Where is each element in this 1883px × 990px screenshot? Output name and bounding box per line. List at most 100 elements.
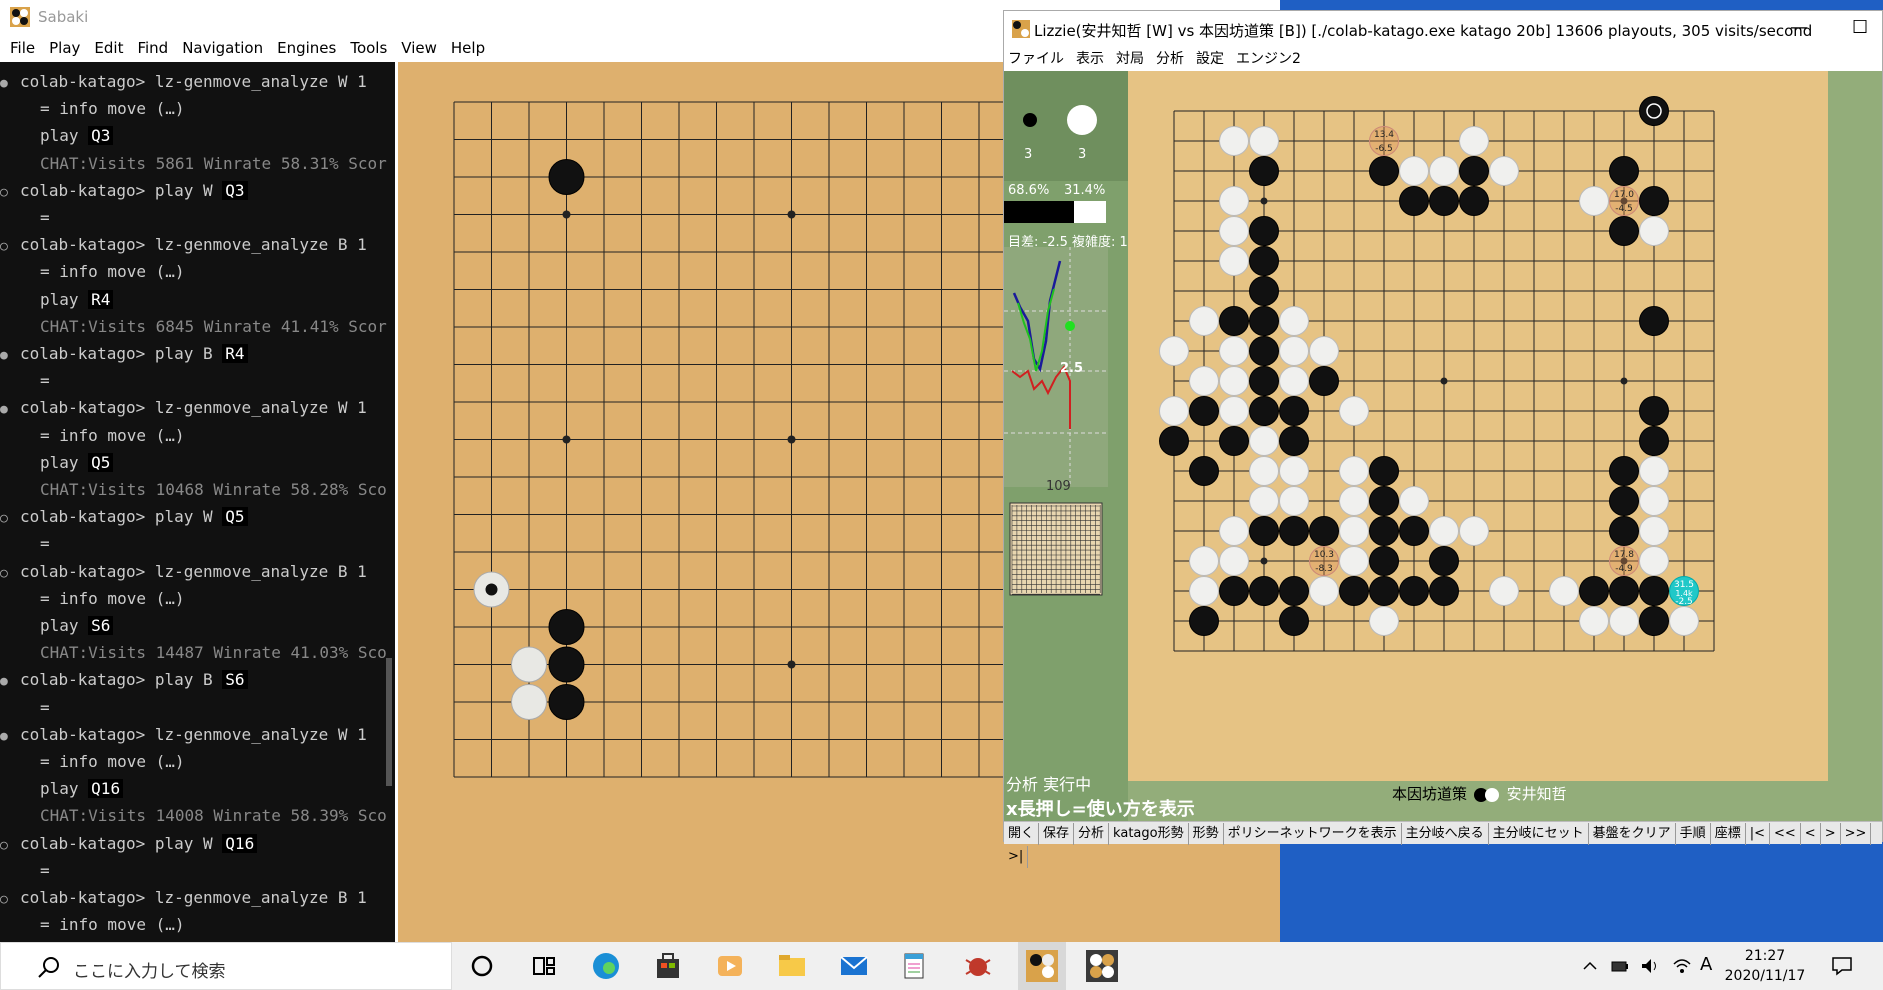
white-stone[interactable] (1279, 306, 1309, 336)
battery-icon[interactable] (1610, 956, 1630, 976)
black-stone[interactable] (1189, 396, 1219, 426)
white-stone[interactable] (1339, 486, 1369, 516)
toolbar-button[interactable]: 分析 (1074, 823, 1110, 845)
black-stone[interactable] (1369, 546, 1399, 576)
white-stone[interactable] (1579, 186, 1609, 216)
menu-play[interactable]: Play (42, 34, 87, 62)
file-explorer-icon[interactable] (776, 950, 808, 982)
black-stone[interactable] (1189, 456, 1219, 486)
white-stone[interactable] (1399, 486, 1429, 516)
white-stone[interactable] (1219, 336, 1249, 366)
toolbar-button[interactable]: 主分岐へ戻る (1402, 823, 1489, 845)
volume-icon[interactable] (1640, 956, 1660, 976)
toolbar-button[interactable]: 主分岐にセット (1489, 823, 1589, 845)
black-stone[interactable] (548, 159, 585, 195)
black-stone[interactable] (1309, 516, 1339, 546)
toolbar-button[interactable]: >| (1004, 846, 1029, 868)
white-stone[interactable] (1309, 576, 1339, 606)
cortana-icon[interactable] (466, 950, 498, 982)
white-stone[interactable] (511, 684, 547, 720)
black-stone[interactable] (1279, 396, 1309, 426)
black-stone[interactable] (1279, 576, 1309, 606)
black-stone[interactable] (1639, 606, 1669, 636)
black-stone[interactable] (1249, 216, 1279, 246)
black-stone[interactable] (1429, 546, 1459, 576)
black-stone[interactable] (1219, 576, 1249, 606)
wifi-icon[interactable] (1672, 956, 1692, 976)
white-stone[interactable] (1249, 456, 1279, 486)
bug-app-icon[interactable] (962, 950, 994, 982)
black-stone[interactable] (1309, 366, 1339, 396)
menu-view[interactable]: View (394, 34, 444, 62)
black-stone[interactable] (1249, 576, 1279, 606)
toolbar-button[interactable]: 手順 (1676, 823, 1711, 845)
black-stone[interactable] (1399, 516, 1429, 546)
menu-navigation[interactable]: Navigation (175, 34, 270, 62)
task-view-icon[interactable] (528, 950, 560, 982)
lizzie-menu-item[interactable]: 対局 (1110, 47, 1150, 71)
black-stone[interactable] (1249, 306, 1279, 336)
white-stone[interactable] (1339, 396, 1369, 426)
white-stone[interactable] (1279, 486, 1309, 516)
lizzie-menu-item[interactable]: 分析 (1150, 47, 1190, 71)
black-stone[interactable] (1579, 576, 1609, 606)
black-stone[interactable] (1459, 186, 1489, 216)
lizzie-menu-item[interactable]: ファイル (1004, 47, 1070, 71)
black-stone[interactable] (1639, 306, 1669, 336)
white-stone[interactable] (1639, 216, 1669, 246)
black-stone[interactable] (1219, 426, 1249, 456)
white-stone[interactable] (1429, 516, 1459, 546)
black-stone[interactable] (548, 609, 585, 645)
white-stone[interactable] (1339, 516, 1369, 546)
black-stone[interactable] (1609, 156, 1639, 186)
black-stone[interactable] (1279, 606, 1309, 636)
black-stone[interactable] (1369, 516, 1399, 546)
lizzie-taskbar-icon[interactable] (1026, 950, 1058, 982)
black-stone[interactable] (1609, 456, 1639, 486)
black-stone[interactable] (1369, 576, 1399, 606)
notifications-icon[interactable] (1830, 954, 1854, 978)
white-stone[interactable] (1369, 606, 1399, 636)
toolbar-button[interactable]: ポリシーネットワークを表示 (1224, 823, 1402, 845)
white-stone[interactable] (1459, 516, 1489, 546)
white-stone[interactable] (1249, 426, 1279, 456)
notepad-icon[interactable] (898, 950, 930, 982)
white-stone[interactable] (1219, 126, 1249, 156)
black-stone[interactable] (1639, 186, 1669, 216)
black-stone[interactable] (1249, 336, 1279, 366)
black-stone[interactable] (1279, 426, 1309, 456)
black-stone[interactable] (1609, 216, 1639, 246)
white-stone[interactable] (1279, 456, 1309, 486)
black-stone[interactable] (1219, 306, 1249, 336)
black-stone[interactable] (1639, 96, 1669, 126)
menu-find[interactable]: Find (130, 34, 175, 62)
white-stone[interactable] (1219, 516, 1249, 546)
white-stone[interactable] (1579, 606, 1609, 636)
white-stone[interactable] (1219, 216, 1249, 246)
lizzie-goban[interactable]: 13.4-6.517.0-4.510.3-8.317.8-4.931.51.4k… (1128, 71, 1882, 821)
white-stone[interactable] (1549, 576, 1579, 606)
toolbar-button[interactable]: 開く (1004, 823, 1040, 845)
white-stone[interactable] (1639, 546, 1669, 576)
black-stone[interactable] (1429, 576, 1459, 606)
black-stone[interactable] (1369, 156, 1399, 186)
chevron-up-icon[interactable] (1582, 958, 1598, 974)
toolbar-button[interactable]: >> (1841, 823, 1872, 845)
white-stone[interactable] (1249, 486, 1279, 516)
clock[interactable]: 21:27 2020/11/17 (1710, 946, 1820, 986)
white-stone[interactable] (1189, 366, 1219, 396)
toolbar-button[interactable]: 座標 (1711, 823, 1746, 845)
black-stone[interactable] (1639, 426, 1669, 456)
toolbar-button[interactable]: 保存 (1039, 823, 1075, 845)
white-stone[interactable] (511, 646, 547, 683)
toolbar-button[interactable]: << (1770, 823, 1801, 845)
console-scrollbar[interactable] (386, 658, 392, 786)
menu-engines[interactable]: Engines (270, 34, 343, 62)
taskbar-search[interactable]: ここに入力して検索 (0, 942, 452, 990)
lizzie-menu-item[interactable]: 表示 (1070, 47, 1110, 71)
menu-tools[interactable]: Tools (343, 34, 394, 62)
black-stone[interactable] (1609, 486, 1639, 516)
white-stone[interactable] (1159, 396, 1189, 426)
white-stone[interactable] (1219, 396, 1249, 426)
black-stone[interactable] (1249, 366, 1279, 396)
